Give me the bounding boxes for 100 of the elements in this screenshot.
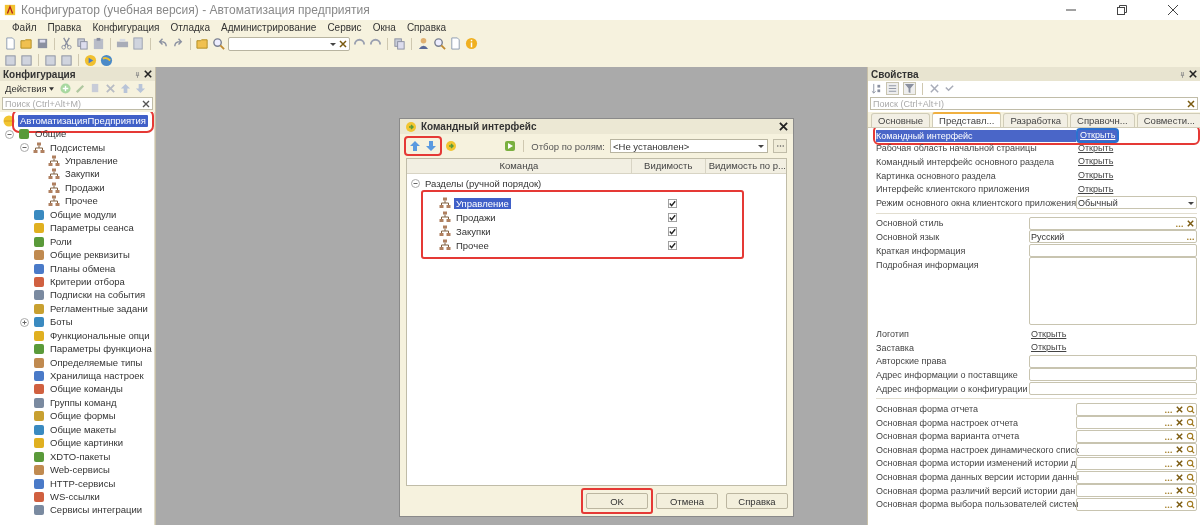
menu-item[interactable]: Правка bbox=[43, 21, 86, 33]
dialog-button[interactable]: OK bbox=[586, 493, 648, 509]
tree-item[interactable]: Закупки bbox=[63, 168, 102, 181]
clear-icon[interactable] bbox=[1175, 499, 1184, 509]
menu-item[interactable]: Справка bbox=[402, 21, 451, 33]
menu-item[interactable]: Конфигурация bbox=[88, 21, 164, 33]
tree-item[interactable]: Определяемые типы bbox=[48, 356, 145, 369]
tree-item[interactable]: Функциональные опци bbox=[48, 329, 152, 342]
tree-item[interactable]: Роли bbox=[48, 235, 74, 248]
tree-item[interactable]: Подсистемы bbox=[48, 141, 108, 154]
list-icon[interactable] bbox=[886, 82, 899, 95]
clear-icon[interactable] bbox=[339, 39, 347, 48]
tree-item[interactable]: Регламентные задани bbox=[48, 302, 150, 315]
property-label[interactable]: Логотип bbox=[876, 328, 1029, 341]
window-icon[interactable] bbox=[4, 53, 17, 67]
search-combo-field[interactable] bbox=[228, 36, 350, 51]
pencil-icon[interactable] bbox=[74, 83, 86, 94]
open-link[interactable]: Открыть bbox=[1076, 142, 1116, 154]
person-icon[interactable] bbox=[417, 37, 430, 50]
cut-icon[interactable] bbox=[60, 37, 73, 50]
open-link[interactable]: Открыть bbox=[1076, 183, 1116, 195]
open-link[interactable]: Открыть bbox=[1076, 170, 1116, 182]
tree-item[interactable]: Боты bbox=[48, 316, 75, 329]
restore-icon[interactable] bbox=[1117, 5, 1127, 15]
clear-icon[interactable] bbox=[1187, 99, 1195, 108]
menu-item[interactable]: Файл bbox=[8, 21, 41, 33]
delete-icon[interactable] bbox=[929, 83, 940, 94]
menu-item[interactable]: Сервис bbox=[323, 21, 366, 33]
tree-item[interactable]: Сервисы интеграции bbox=[48, 504, 145, 517]
property-label[interactable]: Адрес информации о конфигурации bbox=[876, 382, 1029, 395]
property-label[interactable]: Основной язык bbox=[876, 230, 1029, 243]
tree-item[interactable]: Общие картинки bbox=[48, 437, 125, 450]
menu-item[interactable]: Администрирование bbox=[217, 21, 321, 33]
input-field[interactable] bbox=[1029, 368, 1197, 382]
input-field[interactable] bbox=[1076, 429, 1197, 443]
save-icon[interactable] bbox=[36, 37, 49, 50]
pin-icon[interactable] bbox=[1180, 70, 1185, 78]
visibility-checkbox[interactable] bbox=[668, 240, 677, 250]
tab[interactable]: Разработка bbox=[1003, 113, 1069, 127]
check-icon[interactable] bbox=[944, 83, 955, 94]
circle-arrow-icon[interactable] bbox=[445, 140, 457, 152]
down-arrow-icon[interactable] bbox=[425, 140, 437, 152]
search-icon[interactable] bbox=[433, 37, 446, 50]
input-field[interactable] bbox=[1029, 354, 1197, 368]
column-header[interactable]: Видимость по р... bbox=[705, 159, 786, 173]
actions-menu-button[interactable]: Действия bbox=[3, 83, 56, 94]
property-label[interactable]: Краткая информация bbox=[876, 244, 1029, 257]
delete-icon[interactable] bbox=[104, 83, 116, 94]
property-label[interactable]: Командный интерфейс основного раздела bbox=[876, 156, 1076, 168]
open-link[interactable]: Открыть bbox=[1029, 328, 1069, 340]
choice-button[interactable] bbox=[773, 139, 787, 153]
tree-item[interactable]: Подписки на события bbox=[48, 289, 148, 302]
info-icon[interactable] bbox=[465, 37, 478, 50]
collapse-icon[interactable] bbox=[411, 179, 420, 188]
input-field[interactable] bbox=[1029, 244, 1197, 258]
command-name[interactable]: Продажи bbox=[454, 211, 498, 223]
document-icon[interactable] bbox=[4, 37, 17, 50]
play-icon[interactable] bbox=[504, 140, 517, 152]
tree-item[interactable]: Критерии отбора bbox=[48, 275, 127, 288]
tree-item[interactable]: HTTP-сервисы bbox=[48, 477, 118, 490]
sort-icon[interactable] bbox=[871, 83, 882, 94]
search-field[interactable]: Поиск (Ctrl+Alt+I) bbox=[870, 97, 1198, 110]
input-field[interactable] bbox=[1029, 216, 1197, 230]
dialog-button[interactable]: Отмена bbox=[656, 493, 718, 509]
tree-item[interactable]: Общие команды bbox=[48, 383, 125, 396]
property-label[interactable]: Авторские права bbox=[876, 355, 1029, 368]
tree-item[interactable]: Параметры сеанса bbox=[48, 222, 136, 235]
close-icon[interactable] bbox=[1189, 70, 1197, 78]
property-label[interactable]: Интерфейс клиентского приложения bbox=[876, 183, 1076, 196]
search-icon[interactable] bbox=[1186, 459, 1195, 468]
visibility-checkbox[interactable] bbox=[668, 198, 677, 208]
clear-icon[interactable] bbox=[1175, 472, 1184, 482]
open-link[interactable]: Открыть bbox=[1076, 128, 1120, 143]
clear-icon[interactable] bbox=[1186, 218, 1195, 228]
tree-item[interactable]: Web-сервисы bbox=[48, 464, 112, 477]
input-field[interactable] bbox=[1076, 497, 1197, 511]
property-label[interactable]: Картинка основного раздела bbox=[876, 169, 1076, 182]
folder-icon[interactable] bbox=[196, 37, 209, 50]
up-arrow-icon[interactable] bbox=[119, 83, 131, 94]
input-field[interactable] bbox=[1029, 382, 1197, 395]
tree-item[interactable]: Управление bbox=[63, 155, 120, 168]
close-icon[interactable] bbox=[144, 70, 152, 78]
pin-icon[interactable] bbox=[135, 70, 140, 78]
close-icon[interactable] bbox=[779, 122, 788, 131]
property-label[interactable]: Основная форма настроек отчета bbox=[876, 416, 1076, 429]
search-icon[interactable] bbox=[1186, 418, 1195, 428]
property-label[interactable]: Подробная информация bbox=[876, 259, 1029, 272]
tab[interactable]: Справочн... bbox=[1070, 113, 1135, 127]
open-link[interactable]: Открыть bbox=[1029, 342, 1069, 354]
property-label[interactable]: Основная форма истории изменений истории д bbox=[876, 457, 1076, 470]
tree-item[interactable]: Общие формы bbox=[48, 410, 118, 423]
visibility-checkbox[interactable] bbox=[668, 226, 677, 236]
tab[interactable]: Представл... bbox=[932, 112, 1002, 127]
tab[interactable]: Совмести... bbox=[1136, 113, 1200, 127]
search-icon[interactable] bbox=[1186, 499, 1195, 509]
collapse-icon[interactable] bbox=[20, 143, 29, 153]
copy-icon[interactable] bbox=[76, 37, 89, 50]
property-label[interactable]: Основная форма различий версий истории дан bbox=[876, 484, 1076, 497]
open-link[interactable]: Открыть bbox=[1076, 156, 1116, 168]
clipboard-icon[interactable] bbox=[92, 37, 105, 50]
